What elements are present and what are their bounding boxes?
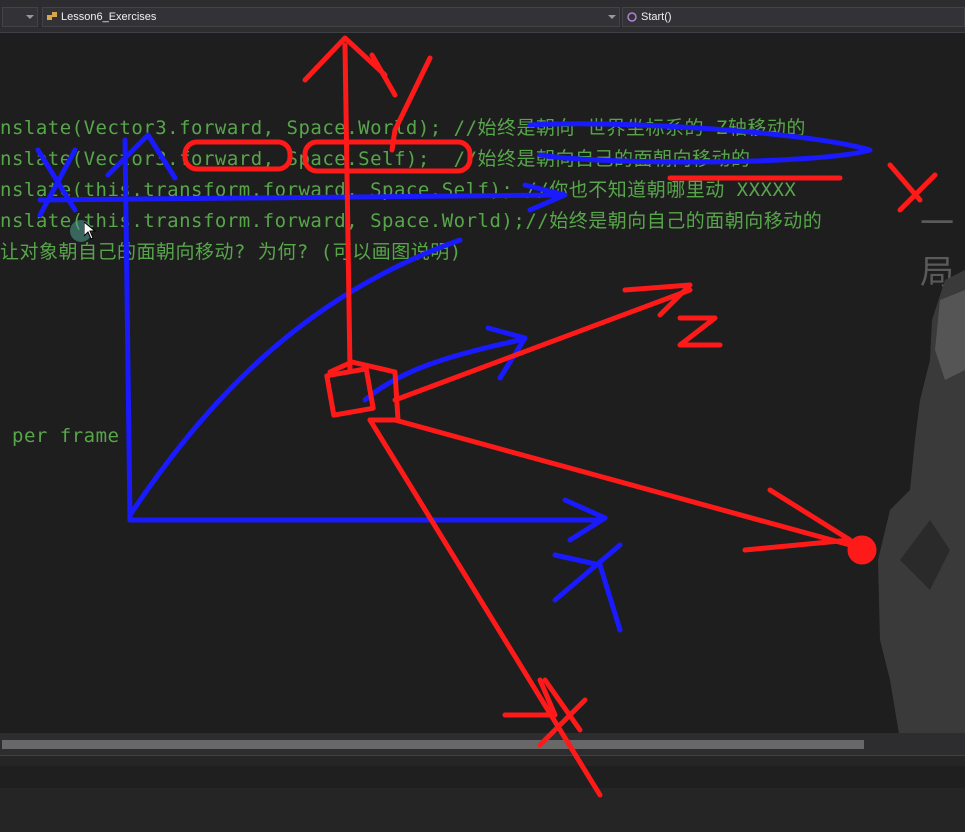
class-dropdown[interactable]: Lesson6_Exercises	[42, 7, 620, 27]
code-line-1: nslate(Vector3.forward, Space.World); //…	[0, 117, 806, 139]
chevron-down-icon	[608, 15, 616, 19]
project-dropdown[interactable]	[2, 7, 38, 27]
code-editor[interactable]: nslate(Vector3.forward, Space.World); //…	[0, 33, 965, 733]
chevron-down-icon	[26, 15, 34, 19]
scrollbar-thumb[interactable]	[2, 740, 864, 749]
code-line-6: per frame	[12, 425, 120, 447]
presenter-silhouette	[878, 270, 965, 740]
bottom-panel	[0, 755, 965, 832]
horizontal-scrollbar[interactable]	[0, 733, 965, 755]
navigation-bar: Lesson6_Exercises Start()	[0, 0, 965, 33]
class-dropdown-label: Lesson6_Exercises	[61, 11, 157, 23]
code-line-5: 让对象朝自己的面朝向移动? 为何? (可以画图说明)	[0, 241, 462, 263]
member-dropdown-label: Start()	[641, 11, 672, 23]
code-line-2: nslate(Vector3.forward, Space.Self); //始…	[0, 148, 751, 170]
code-line-3: nslate(this.transform.forward, Space.Sel…	[0, 179, 797, 201]
class-icon	[47, 12, 57, 20]
code-line-4: nslate(this.transform.forward, Space.Wor…	[0, 210, 823, 232]
member-dropdown[interactable]: Start()	[622, 7, 965, 27]
method-icon	[627, 12, 637, 22]
mouse-pointer-icon	[84, 222, 96, 240]
panel-strip	[0, 766, 965, 788]
